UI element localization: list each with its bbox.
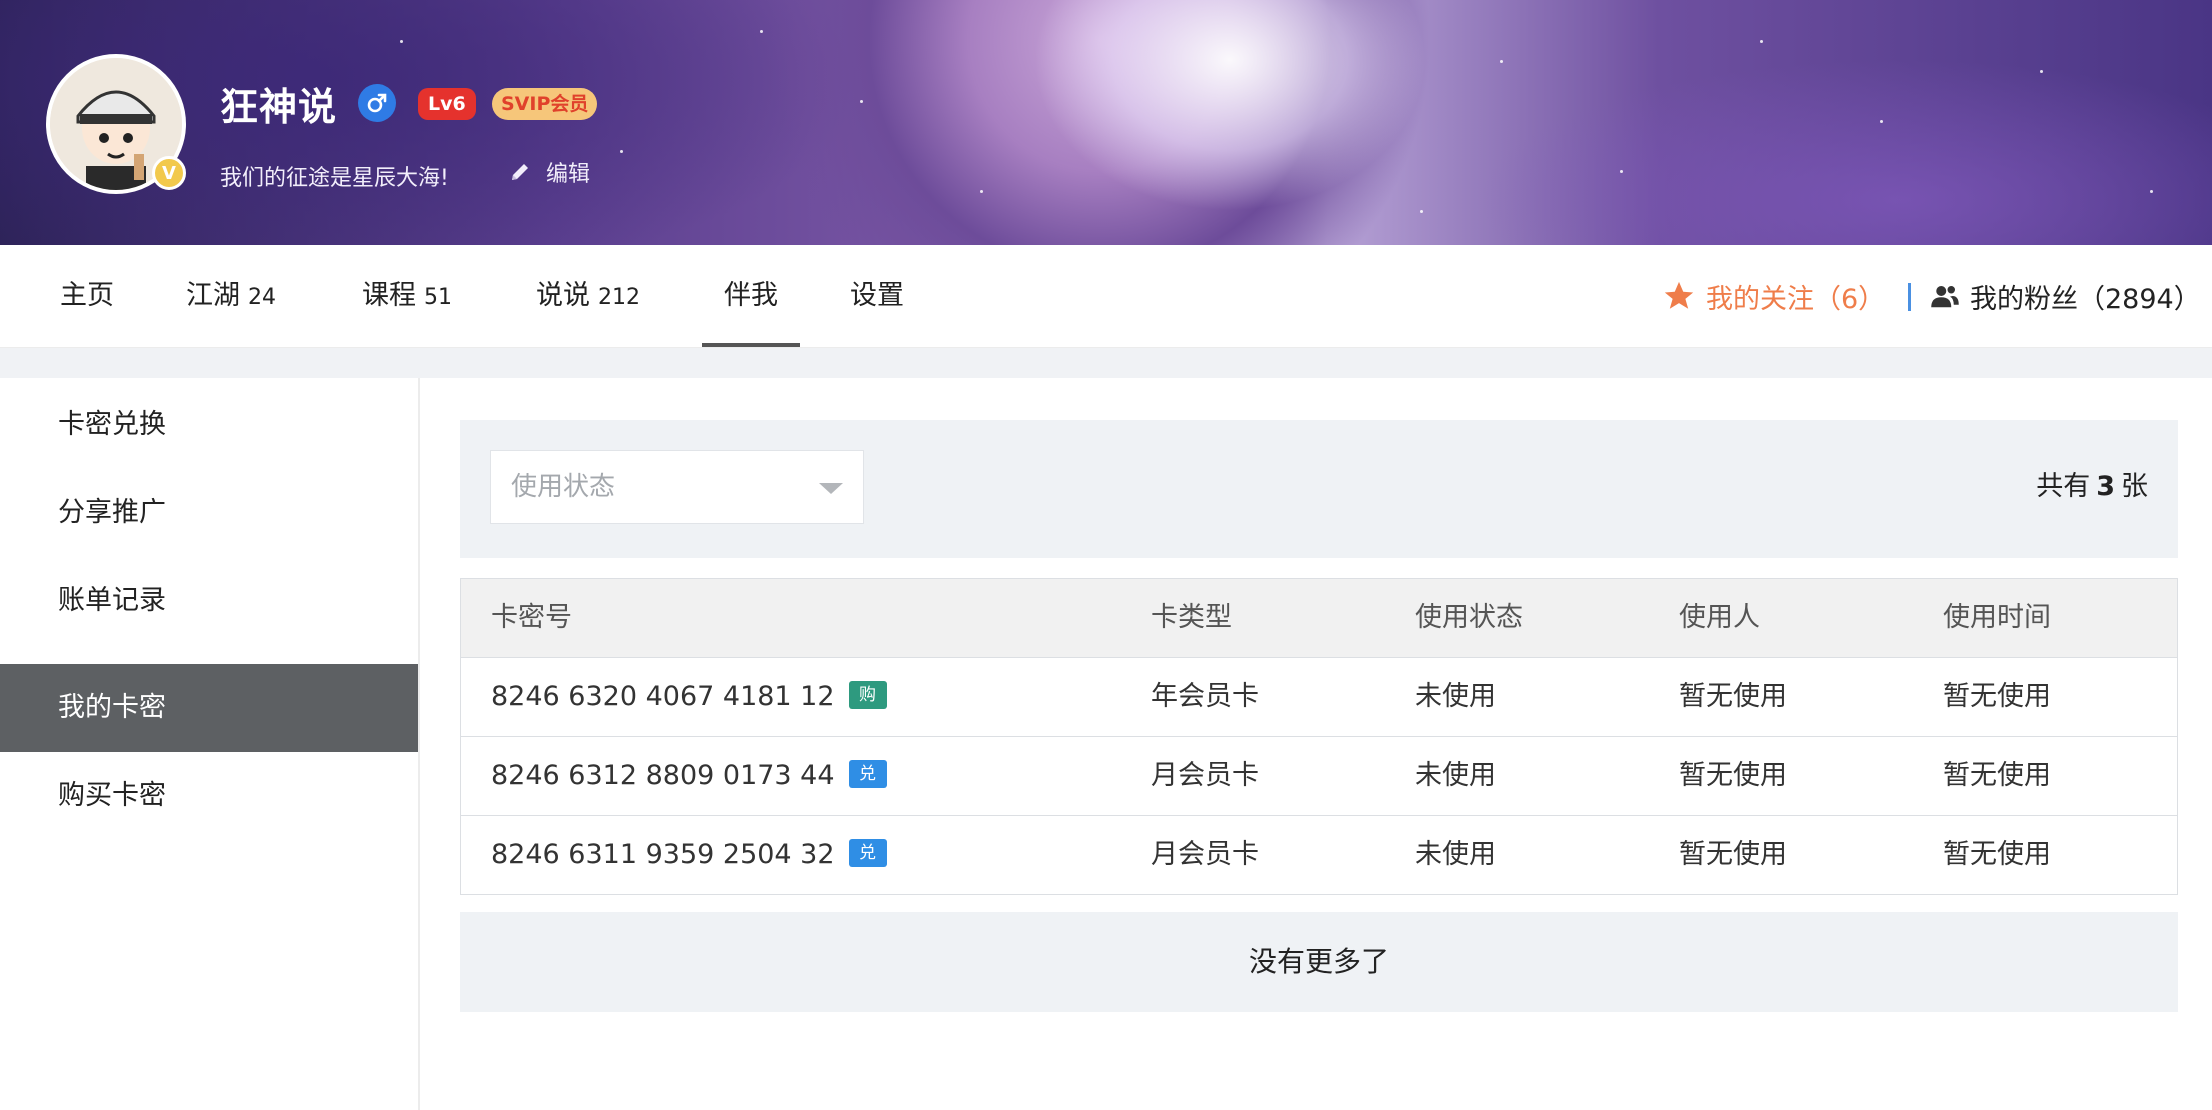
table-header: 卡密号 卡类型 使用状态 使用人 使用时间 [461,579,2177,658]
edit-label: 编辑 [546,162,591,187]
card-number-cell: 8246 6320 4067 4181 12 购 [491,658,887,736]
card-used-time: 暂无使用 [1943,839,2051,870]
no-more-indicator: 没有更多了 [460,912,2178,1012]
verified-icon: V [152,156,186,190]
tab-count: 212 [598,285,640,310]
card-number-cell: 8246 6311 9359 2504 32 兑 [491,816,887,894]
sidebar-item-share[interactable]: 分享推广 [0,469,418,557]
sidebar-item-label: 账单记录 [58,585,166,616]
following-label: 我的关注（6） [1706,283,1886,315]
column-header-user: 使用人 [1679,602,1760,633]
card-type: 年会员卡 [1151,681,1259,712]
column-header-card-type: 卡类型 [1151,602,1232,633]
profile-nav: 主页 江湖 24 课程 51 说说 212 伴我 设置 我的关注（6） 我的粉丝（28… [0,245,2212,348]
nav-divider [1908,283,1911,311]
tab-companion[interactable]: 伴我 [702,245,800,347]
tab-label: 设置 [850,280,904,311]
filter-bar: 使用状态 共有 3 张 [460,420,2178,558]
card-status: 未使用 [1415,681,1496,712]
card-type: 月会员卡 [1151,760,1259,791]
profile-banner: V 狂神说 Lv6 SVIP会员 我们的征途是星辰大海! 编辑 [0,0,2212,245]
tab-jianghu[interactable]: 江湖 24 [186,245,276,347]
total-suffix: 张 [2121,471,2148,502]
table-row: 8246 6311 9359 2504 32 兑 月会员卡 未使用 暂无使用 暂无… [461,816,2177,894]
sidebar-item-label: 卡密兑换 [58,409,166,440]
tab-settings[interactable]: 设置 [850,245,904,347]
card-table: 卡密号 卡类型 使用状态 使用人 使用时间 8246 6320 4067 418… [460,578,2178,895]
card-number: 8246 6320 4067 4181 12 [491,681,835,712]
fans-label: 我的粉丝（2894） [1970,283,2201,315]
sidebar: 卡密兑换 分享推广 账单记录 我的卡密 购买卡密 [0,378,420,1110]
tab-count: 24 [248,285,276,310]
sidebar-item-my-cards[interactable]: 我的卡密 [0,664,418,752]
tab-courses[interactable]: 课程 51 [362,245,452,347]
purchased-tag: 购 [848,680,887,709]
svip-badge: SVIP会员 [492,88,598,120]
status-filter-placeholder: 使用状态 [511,472,616,502]
card-user: 暂无使用 [1679,839,1787,870]
pencil-icon [512,164,528,180]
tab-label: 课程 [362,280,416,311]
card-number-cell: 8246 6312 8809 0173 44 兑 [491,737,887,815]
card-status: 未使用 [1415,760,1496,791]
sidebar-item-label: 分享推广 [58,497,166,528]
sidebar-item-label: 购买卡密 [58,780,166,811]
table-row: 8246 6312 8809 0173 44 兑 月会员卡 未使用 暂无使用 暂无… [461,737,2177,816]
card-number: 8246 6311 9359 2504 32 [491,839,835,870]
exchanged-tag: 兑 [848,759,887,788]
my-fans-link[interactable]: 我的粉丝（2894） [1930,245,2201,347]
status-filter-select[interactable]: 使用状态 [490,450,864,524]
sidebar-item-bills[interactable]: 账单记录 [0,557,418,645]
card-used-time: 暂无使用 [1943,760,2051,791]
edit-profile-button[interactable]: 编辑 [508,156,590,188]
column-header-card-no: 卡密号 [491,602,572,633]
star-icon [1664,281,1694,309]
exchanged-tag: 兑 [848,838,887,867]
card-user: 暂无使用 [1679,681,1787,712]
username: 狂神说 [220,85,338,129]
total-number: 3 [2096,471,2115,502]
my-following-link[interactable]: 我的关注（6） [1662,245,1885,347]
total-count: 共有 3 张 [2036,464,2148,503]
column-header-time: 使用时间 [1943,602,2051,633]
total-prefix: 共有 [2036,471,2091,502]
tab-label: 主页 [60,280,114,311]
section-separator [0,348,2212,378]
chevron-down-icon [819,483,843,494]
tab-label: 伴我 [724,280,778,311]
sidebar-item-label: 我的卡密 [58,692,166,723]
tab-posts[interactable]: 说说 212 [536,245,640,347]
tab-label: 江湖 [186,280,240,311]
users-icon [1931,286,1959,308]
tab-count: 51 [424,285,452,310]
male-gender-icon [358,84,396,122]
card-status: 未使用 [1415,839,1496,870]
table-row: 8246 6320 4067 4181 12 购 年会员卡 未使用 暂无使用 暂无… [461,658,2177,737]
sidebar-item-buy-cards[interactable]: 购买卡密 [0,752,418,840]
card-used-time: 暂无使用 [1943,681,2051,712]
tab-home[interactable]: 主页 [60,245,114,347]
column-header-status: 使用状态 [1415,602,1523,633]
card-number: 8246 6312 8809 0173 44 [491,760,835,791]
card-user: 暂无使用 [1679,760,1787,791]
profile-motto: 我们的征途是星辰大海! [220,166,449,191]
tab-label: 说说 [536,280,590,311]
level-badge: Lv6 [418,88,476,120]
sidebar-item-redeem[interactable]: 卡密兑换 [0,381,418,469]
card-type: 月会员卡 [1151,839,1259,870]
